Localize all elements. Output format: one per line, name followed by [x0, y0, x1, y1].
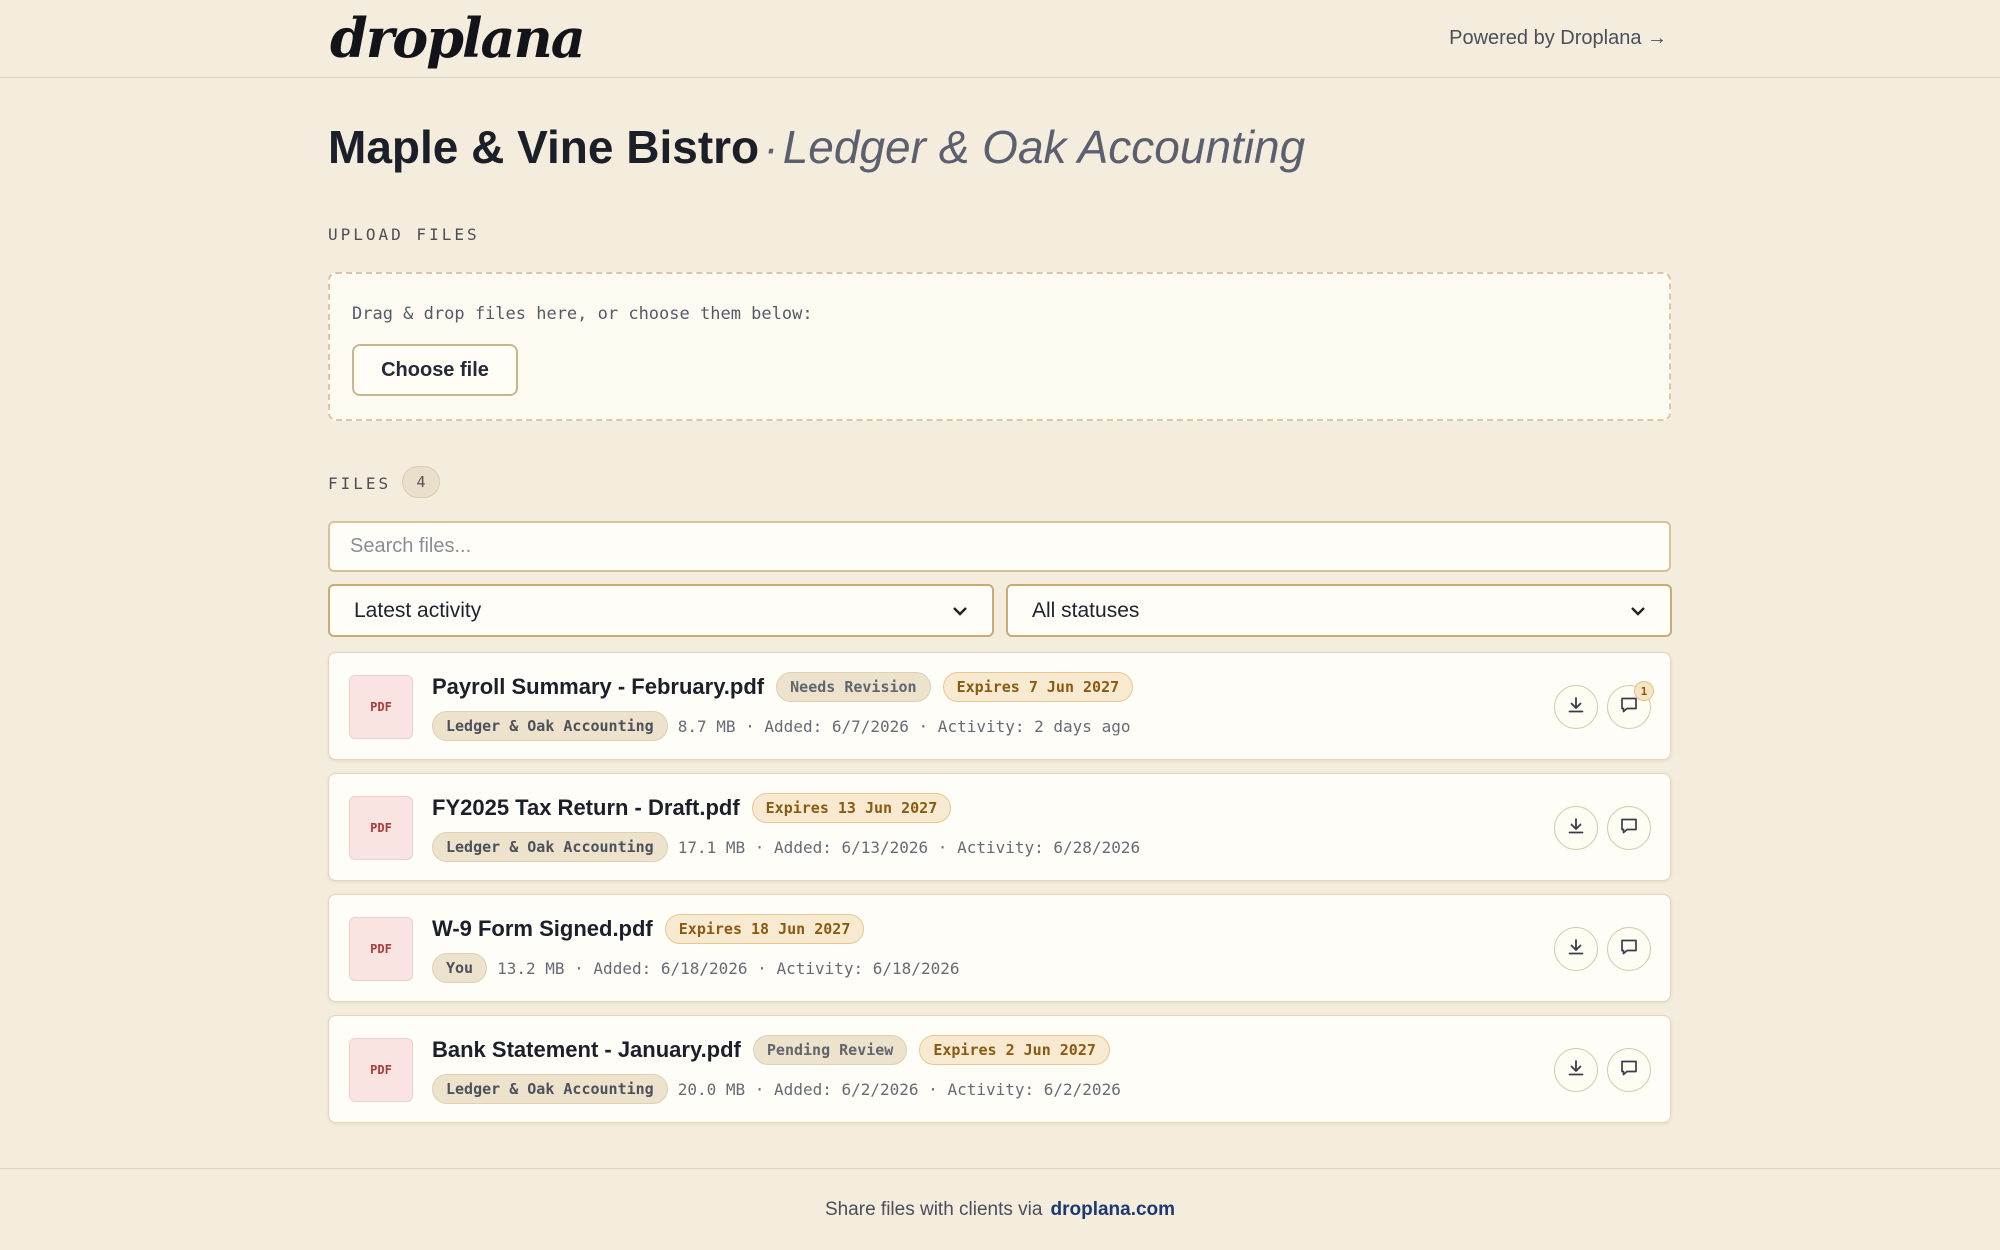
chevron-down-icon	[1630, 603, 1646, 619]
title-separator: ·	[763, 124, 779, 173]
owner-badge: Ledger & Oak Accounting	[432, 832, 668, 862]
owner-badge: Ledger & Oak Accounting	[432, 711, 668, 741]
upload-dropzone[interactable]: Drag & drop files here, or choose them b…	[328, 272, 1671, 421]
file-name-row: Bank Statement - January.pdf Pending Rev…	[432, 1035, 1110, 1065]
owner-badge: Ledger & Oak Accounting	[432, 1074, 668, 1104]
file-details: 17.1 MB · Added: 6/13/2026 · Activity: 6…	[677, 837, 1141, 857]
file-meta: Ledger & Oak Accounting 20.0 MB · Added:…	[432, 1074, 1121, 1104]
status-select-value: All statuses	[1032, 598, 1140, 622]
chevron-down-icon	[952, 603, 968, 619]
sort-select[interactable]: Latest activity	[328, 584, 994, 637]
sort-select-value: Latest activity	[354, 598, 482, 622]
expiry-badge: Expires 18 Jun 2027	[664, 914, 865, 944]
status-badge: Needs Revision	[776, 672, 931, 702]
comments-button[interactable]: 1	[1607, 681, 1654, 729]
top-bar: droplana Powered by Droplana →	[0, 0, 2000, 78]
footer: Share files with clients via droplana.co…	[0, 1168, 2000, 1250]
file-name[interactable]: Payroll Summary - February.pdf	[432, 674, 764, 700]
file-meta: You 13.2 MB · Added: 6/18/2026 · Activit…	[432, 953, 959, 983]
file-details: 13.2 MB · Added: 6/18/2026 · Activity: 6…	[497, 958, 960, 978]
file-name-row: Payroll Summary - February.pdf Needs Rev…	[432, 672, 1134, 702]
footer-text: Share files with clients via	[824, 1198, 1043, 1220]
comment-icon	[1619, 1058, 1639, 1083]
file-row[interactable]: PDF W-9 Form Signed.pdf Expires 18 Jun 2…	[328, 894, 1671, 1002]
powered-by-link[interactable]: Powered by Droplana →	[1449, 27, 1667, 50]
pdf-file-icon: PDF	[349, 675, 413, 739]
file-row[interactable]: PDF FY2025 Tax Return - Draft.pdf Expire…	[328, 773, 1671, 881]
status-select[interactable]: All statuses	[1006, 584, 1672, 637]
comment-icon	[1619, 937, 1639, 962]
download-icon	[1566, 695, 1586, 720]
upload-section-label: UPLOAD FILES	[328, 225, 480, 244]
pdf-file-icon: PDF	[349, 1038, 413, 1102]
file-name[interactable]: FY2025 Tax Return - Draft.pdf	[432, 795, 740, 821]
file-name-row: FY2025 Tax Return - Draft.pdf Expires 13…	[432, 793, 952, 823]
footer-link[interactable]: droplana.com	[1050, 1199, 1175, 1221]
expiry-badge: Expires 13 Jun 2027	[751, 793, 952, 823]
download-button[interactable]	[1554, 927, 1598, 971]
comments-button[interactable]	[1607, 806, 1651, 850]
choose-file-button[interactable]: Choose file	[352, 344, 518, 396]
comments-button[interactable]	[1607, 1048, 1651, 1092]
expiry-badge: Expires 2 Jun 2027	[919, 1035, 1110, 1065]
download-button[interactable]	[1554, 685, 1598, 729]
comment-count-badge: 1	[1634, 681, 1654, 701]
pdf-file-icon: PDF	[349, 917, 413, 981]
download-icon	[1566, 937, 1586, 962]
comment-icon	[1619, 816, 1639, 841]
file-details: 20.0 MB · Added: 6/2/2026 · Activity: 6/…	[677, 1079, 1121, 1099]
expiry-badge: Expires 7 Jun 2027	[942, 672, 1134, 702]
comments-button[interactable]	[1607, 927, 1651, 971]
file-details: 8.7 MB · Added: 6/7/2026 · Activity: 2 d…	[677, 716, 1131, 736]
file-row[interactable]: PDF Payroll Summary - February.pdf Needs…	[328, 652, 1671, 760]
file-meta: Ledger & Oak Accounting 8.7 MB · Added: …	[432, 711, 1130, 741]
comment-icon	[1619, 695, 1639, 720]
files-count-badge: 4	[402, 466, 440, 498]
file-name-row: W-9 Form Signed.pdf Expires 18 Jun 2027	[432, 914, 865, 944]
owner-badge: You	[432, 953, 488, 983]
search-files-input[interactable]	[328, 521, 1671, 572]
download-button[interactable]	[1554, 1048, 1598, 1092]
client-name: Maple & Vine Bistro	[328, 121, 760, 173]
file-meta: Ledger & Oak Accounting 17.1 MB · Added:…	[432, 832, 1140, 862]
download-button[interactable]	[1554, 806, 1598, 850]
file-name[interactable]: Bank Statement - January.pdf	[432, 1037, 741, 1063]
download-icon	[1566, 816, 1586, 841]
download-icon	[1566, 1058, 1586, 1083]
page-title: Maple & Vine Bistro · Ledger & Oak Accou…	[328, 120, 1305, 174]
files-section-label: FILES	[328, 474, 392, 493]
status-badge: Pending Review	[752, 1035, 908, 1065]
droplana-logo[interactable]: droplana	[330, 6, 586, 70]
firm-name: Ledger & Oak Accounting	[782, 121, 1306, 173]
pdf-file-icon: PDF	[349, 796, 413, 860]
file-name[interactable]: W-9 Form Signed.pdf	[432, 916, 653, 942]
file-row[interactable]: PDF Bank Statement - January.pdf Pending…	[328, 1015, 1671, 1123]
dropzone-instructions: Drag & drop files here, or choose them b…	[352, 304, 813, 324]
